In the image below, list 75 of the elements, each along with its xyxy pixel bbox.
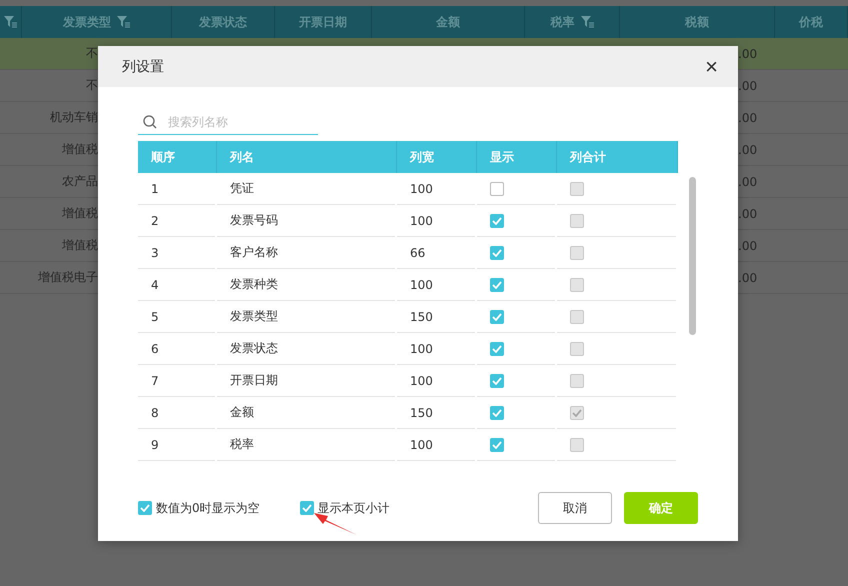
table-cell: 发票种类 <box>230 276 278 293</box>
checkbox[interactable] <box>490 246 504 260</box>
table-cell: 100 <box>410 438 433 452</box>
column-header: 发票类型 <box>63 14 111 30</box>
column-header: 列名 <box>230 148 254 166</box>
column-header: 金额 <box>436 14 460 30</box>
checkbox[interactable] <box>490 374 504 388</box>
checkbox[interactable] <box>490 182 504 196</box>
checkbox[interactable] <box>138 501 152 515</box>
table-cell: 发票状态 <box>230 340 278 357</box>
column-header: 发票状态 <box>199 14 247 30</box>
table-cell: 7 <box>151 374 159 388</box>
checkbox[interactable] <box>490 438 504 452</box>
table-cell: .00 <box>738 270 758 284</box>
column-header: 顺序 <box>151 148 175 166</box>
checkbox[interactable] <box>490 342 504 356</box>
table-cell: .00 <box>738 110 758 124</box>
table-cell: 不 <box>86 45 98 62</box>
filter-icon[interactable] <box>117 16 130 28</box>
table-cell: 农产品 <box>62 173 98 190</box>
table-cell: 1 <box>151 182 159 196</box>
table-cell: .00 <box>738 46 758 60</box>
column-header: 税率 <box>550 14 574 30</box>
table-cell: 100 <box>410 214 433 228</box>
table-cell: 不 <box>86 77 98 94</box>
checkbox[interactable] <box>490 214 504 228</box>
column-header: 列合计 <box>570 148 606 166</box>
table-cell: 4 <box>151 278 159 292</box>
table-cell: 凭证 <box>230 180 254 197</box>
table-cell: 150 <box>410 406 433 420</box>
column-header: 价税 <box>799 14 823 30</box>
table-cell: .00 <box>738 142 758 156</box>
table-cell: 100 <box>410 278 433 292</box>
checkbox-label: 显示本页小计 <box>318 500 390 516</box>
table-cell: 开票日期 <box>230 372 278 389</box>
column-header: 显示 <box>490 148 514 166</box>
table-cell: 增值税 <box>62 141 98 158</box>
table-cell: 客户名称 <box>230 244 278 261</box>
table-cell: 金额 <box>230 404 254 421</box>
table-cell: 66 <box>410 246 426 260</box>
column-header: 列宽 <box>410 148 434 166</box>
checkbox[interactable] <box>490 406 504 420</box>
dialog-title: 列设置 <box>122 58 164 76</box>
table-cell: 增值税电子 <box>38 269 98 286</box>
table-cell: 5 <box>151 310 159 324</box>
checkbox-label: 数值为0时显示为空 <box>156 500 260 516</box>
column-header: 开票日期 <box>299 14 347 30</box>
checkbox[interactable] <box>490 278 504 292</box>
table-cell: .00 <box>738 174 758 188</box>
table-cell: 机动车销 <box>50 109 98 126</box>
table-cell: 增值税 <box>62 205 98 222</box>
checkbox[interactable] <box>300 501 314 515</box>
table-cell: .00 <box>738 206 758 220</box>
table-cell: 8 <box>151 406 159 420</box>
scrollbar-thumb[interactable] <box>689 177 696 335</box>
table-cell: 税率 <box>230 436 254 453</box>
close-button[interactable]: × <box>705 56 718 78</box>
table-cell: 发票类型 <box>230 308 278 325</box>
table-cell: 100 <box>410 342 433 356</box>
table-cell: 发票号码 <box>230 212 278 229</box>
table-cell: .00 <box>738 78 758 92</box>
filter-icon[interactable] <box>580 16 594 28</box>
filter-icon[interactable] <box>4 16 17 28</box>
table-cell: 100 <box>410 374 433 388</box>
table-cell: 2 <box>151 214 159 228</box>
table-cell: 9 <box>151 438 159 452</box>
table-cell: 3 <box>151 246 159 260</box>
table-cell: 增值税 <box>62 237 98 254</box>
table-cell: 150 <box>410 310 433 324</box>
table-cell: 100 <box>410 182 433 196</box>
table-cell: 6 <box>151 342 159 356</box>
cancel-button[interactable]: 取消 <box>538 492 612 524</box>
table-cell: .00 <box>738 238 758 252</box>
column-header: 税额 <box>685 14 709 30</box>
checkbox[interactable] <box>490 310 504 324</box>
